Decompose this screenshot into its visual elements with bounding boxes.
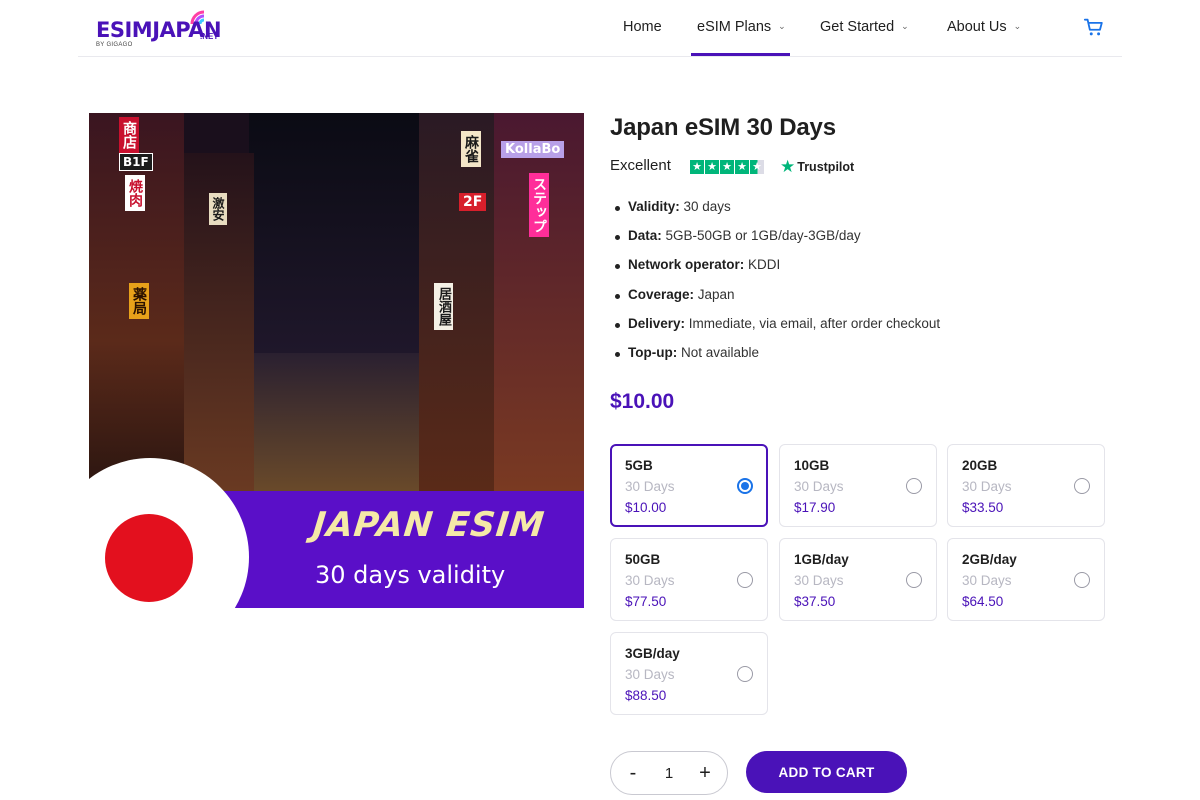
trustpilot-star-icon: ★ xyxy=(780,157,796,176)
chevron-down-icon: ⌄ xyxy=(1013,20,1022,31)
image-sign: ステップ xyxy=(529,173,549,237)
japan-flag-sun xyxy=(105,514,193,602)
feature-item: Validity: 30 days xyxy=(614,199,940,228)
feature-item: Top-up: Not available xyxy=(614,345,940,374)
feature-item: Coverage: Japan xyxy=(614,287,940,316)
variant-radio[interactable] xyxy=(1074,478,1090,494)
feature-item: Network operator: KDDI xyxy=(614,257,940,286)
variant-card-20gb[interactable]: 20GB 30 Days $33.50 xyxy=(947,444,1105,527)
rating-label: Excellent xyxy=(610,157,671,174)
variant-card-1gb-day[interactable]: 1GB/day 30 Days $37.50 xyxy=(779,538,937,621)
logo-byline: BY GIGAGO xyxy=(96,42,133,48)
nav-home[interactable]: Home xyxy=(623,19,662,35)
variant-card-5gb[interactable]: 5GB 30 Days $10.00 xyxy=(610,444,768,527)
feature-item: Delivery: Immediate, via email, after or… xyxy=(614,316,940,345)
variant-radio[interactable] xyxy=(737,478,753,494)
quantity-stepper: - 1 + xyxy=(610,751,728,795)
feature-list: Validity: 30 days Data: 5GB-50GB or 1GB/… xyxy=(614,199,940,374)
nav-about-us[interactable]: About Us ⌄ xyxy=(947,19,1021,35)
image-sign: 居酒屋 xyxy=(434,283,453,330)
star-icon: ★ xyxy=(705,160,719,174)
rating-stars: ★ ★ ★ ★ ★ xyxy=(690,160,764,174)
nav-esim-plans[interactable]: eSIM Plans ⌄ xyxy=(697,19,786,35)
half-star-icon: ★ xyxy=(750,160,764,174)
variant-radio[interactable] xyxy=(737,666,753,682)
banner-title: JAPAN ESIM xyxy=(310,505,547,545)
product-price: $10.00 xyxy=(610,390,675,413)
product-image: 商店 B1F 焼肉 薬局 激安 麻雀 2F 居酒屋 KollaBo ステップ J… xyxy=(89,113,584,608)
site-logo[interactable]: ESIMJAPAN .NET BY GIGAGO xyxy=(96,8,226,50)
image-sign: KollaBo xyxy=(501,141,565,158)
image-sign: 2F xyxy=(459,193,487,211)
cart-icon[interactable] xyxy=(1083,16,1105,38)
image-sign: 激安 xyxy=(209,193,227,225)
image-building-right2 xyxy=(419,113,499,493)
image-building-right xyxy=(494,113,584,493)
image-sign: B1F xyxy=(119,153,153,171)
image-sign: 焼肉 xyxy=(125,175,145,211)
image-sign: 麻雀 xyxy=(461,131,481,167)
add-to-cart-button[interactable]: ADD TO CART xyxy=(746,751,907,793)
banner-subtitle: 30 days validity xyxy=(315,561,506,589)
variant-radio[interactable] xyxy=(737,572,753,588)
variant-card-2gb-day[interactable]: 2GB/day 30 Days $64.50 xyxy=(947,538,1105,621)
trustpilot-logo[interactable]: ★ Trustpilot xyxy=(780,158,854,175)
variant-radio[interactable] xyxy=(1074,572,1090,588)
product-title: Japan eSIM 30 Days xyxy=(610,114,836,141)
image-sign: 薬局 xyxy=(129,283,149,319)
chevron-down-icon: ⌄ xyxy=(778,20,786,31)
star-icon: ★ xyxy=(735,160,749,174)
variant-card-50gb[interactable]: 50GB 30 Days $77.50 xyxy=(610,538,768,621)
site-header: ESIMJAPAN .NET BY GIGAGO Home eSIM Plans… xyxy=(78,0,1122,57)
image-street xyxy=(254,353,419,493)
logo-net: .NET xyxy=(200,32,219,41)
quantity-value[interactable]: 1 xyxy=(665,765,673,782)
quantity-decrease-button[interactable]: - xyxy=(625,763,641,783)
variant-card-10gb[interactable]: 10GB 30 Days $17.90 xyxy=(779,444,937,527)
feature-item: Data: 5GB-50GB or 1GB/day-3GB/day xyxy=(614,228,940,257)
star-icon: ★ xyxy=(690,160,704,174)
variant-radio[interactable] xyxy=(906,478,922,494)
nav-active-indicator xyxy=(691,53,790,56)
quantity-increase-button[interactable]: + xyxy=(697,763,713,783)
nav-get-started[interactable]: Get Started ⌄ xyxy=(820,19,909,35)
variant-card-3gb-day[interactable]: 3GB/day 30 Days $88.50 xyxy=(610,632,768,715)
chevron-down-icon: ⌄ xyxy=(901,20,909,31)
variant-radio[interactable] xyxy=(906,572,922,588)
star-icon: ★ xyxy=(720,160,734,174)
variant-selector: 5GB 30 Days $10.00 10GB 30 Days $17.90 2… xyxy=(610,444,1106,716)
image-sign: 商店 xyxy=(119,117,139,153)
